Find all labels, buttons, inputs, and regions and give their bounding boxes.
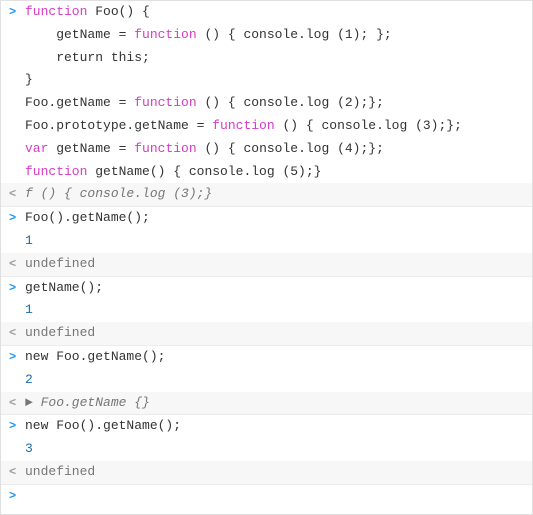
prompt-6 — [9, 117, 25, 136]
prompt-2 — [9, 26, 25, 45]
line-2: getName = function () { console.log (1);… — [1, 24, 532, 47]
prompt-5 — [9, 94, 25, 113]
prompt-15: < — [9, 324, 25, 343]
code-18: ► Foo.getName {} — [25, 393, 524, 414]
prompt-10: > — [9, 209, 25, 228]
code-5: Foo.getName = function () { console.log … — [25, 93, 524, 114]
code-8: function getName() { console.log (5);} — [25, 162, 524, 183]
line-15-result: < undefined — [1, 322, 532, 345]
prompt-16: > — [9, 348, 25, 367]
prompt-4 — [9, 71, 25, 90]
prompt-19: > — [9, 417, 25, 436]
line-14-output: 1 — [1, 299, 532, 322]
line-19: > new Foo().getName(); — [1, 415, 532, 438]
line-6: Foo.prototype.getName = function () { co… — [1, 115, 532, 138]
prompt-13: > — [9, 279, 25, 298]
prompt-18: < — [9, 394, 25, 413]
line-12-result: < undefined — [1, 253, 532, 276]
code-22[interactable] — [25, 486, 524, 507]
code-20: 3 — [25, 439, 524, 460]
code-17: 2 — [25, 370, 524, 391]
code-1: function Foo() { — [25, 2, 524, 23]
line-9-result: < f () { console.log (3);} — [1, 183, 532, 206]
code-9: f () { console.log (3);} — [25, 184, 524, 205]
code-11: 1 — [25, 231, 524, 252]
code-10: Foo().getName(); — [25, 208, 524, 229]
console-panel: > function Foo() { getName = function ()… — [0, 0, 533, 515]
prompt-12: < — [9, 255, 25, 274]
code-16: new Foo.getName(); — [25, 347, 524, 368]
prompt-3 — [9, 49, 25, 68]
line-22-empty[interactable]: > — [1, 485, 532, 508]
prompt-11 — [9, 232, 25, 251]
prompt-7 — [9, 140, 25, 159]
line-10: > Foo().getName(); — [1, 207, 532, 230]
code-21: undefined — [25, 462, 524, 483]
line-4: } — [1, 69, 532, 92]
code-4: } — [25, 70, 524, 91]
prompt-1: > — [9, 3, 25, 22]
line-3: return this; — [1, 47, 532, 70]
line-13: > getName(); — [1, 277, 532, 300]
prompt-8 — [9, 163, 25, 182]
code-19: new Foo().getName(); — [25, 416, 524, 437]
prompt-17 — [9, 371, 25, 390]
code-13: getName(); — [25, 278, 524, 299]
line-17-output: 2 — [1, 369, 532, 392]
prompt-9: < — [9, 185, 25, 204]
prompt-14 — [9, 301, 25, 320]
line-21-result: < undefined — [1, 461, 532, 484]
prompt-21: < — [9, 463, 25, 482]
prompt-22: > — [9, 487, 25, 506]
code-12: undefined — [25, 254, 524, 275]
line-7: var getName = function () { console.log … — [1, 138, 532, 161]
line-5: Foo.getName = function () { console.log … — [1, 92, 532, 115]
line-20-output: 3 — [1, 438, 532, 461]
prompt-20 — [9, 440, 25, 459]
code-14: 1 — [25, 300, 524, 321]
line-1: > function Foo() { — [1, 1, 532, 24]
code-6: Foo.prototype.getName = function () { co… — [25, 116, 524, 137]
line-18-result: < ► Foo.getName {} — [1, 392, 532, 415]
line-8: function getName() { console.log (5);} — [1, 161, 532, 184]
code-15: undefined — [25, 323, 524, 344]
line-11-output: 1 — [1, 230, 532, 253]
code-7: var getName = function () { console.log … — [25, 139, 524, 160]
line-16: > new Foo.getName(); — [1, 346, 532, 369]
code-2: getName = function () { console.log (1);… — [25, 25, 524, 46]
code-3: return this; — [25, 48, 524, 69]
